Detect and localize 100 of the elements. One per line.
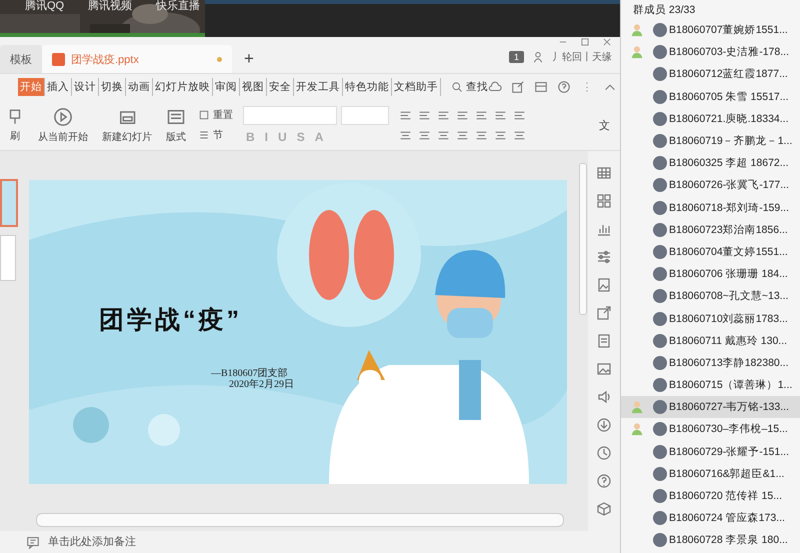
menu-tab[interactable]: 文档助手 — [392, 78, 441, 96]
shortcut-label[interactable]: 腾讯QQ — [25, 0, 64, 13]
member-row[interactable]: B18060721.庾晓.18334... — [621, 108, 800, 130]
member-row[interactable]: B18060723郑治南1856... — [621, 218, 800, 241]
avatar-icon — [653, 267, 667, 282]
member-row[interactable]: B18060720 范传祥 15... — [621, 484, 800, 508]
member-row[interactable]: B18060726-张冀飞-177... — [621, 174, 800, 196]
format-painter-button[interactable]: 刷 — [4, 108, 26, 142]
avatar-icon — [653, 334, 667, 348]
member-row[interactable]: B18060707董婉娇1551... — [621, 19, 800, 42]
member-row[interactable]: B18060713李静182380... — [621, 352, 800, 374]
download-icon[interactable] — [596, 417, 612, 433]
cloud-icon[interactable] — [488, 80, 502, 94]
help-icon[interactable] — [596, 473, 612, 489]
comment-icon[interactable] — [26, 535, 40, 549]
member-row[interactable]: B18060728 李景泉 180... — [621, 529, 800, 552]
document-tab[interactable]: 模板 — [0, 45, 42, 73]
user-name[interactable]: 丿轮回丨天缘 — [552, 50, 612, 64]
member-row[interactable]: B18060730–李伟梲–15... — [621, 418, 800, 441]
member-row[interactable]: B18060706 张珊珊 184... — [621, 263, 800, 286]
avatar-icon — [653, 112, 667, 126]
menu-tab[interactable]: 插入 — [45, 78, 72, 96]
member-count-title: 群成员 23/33 — [632, 3, 696, 18]
table-icon[interactable] — [596, 165, 612, 181]
layout-button[interactable]: 版式 — [164, 106, 188, 144]
play-icon[interactable] — [53, 106, 73, 126]
font-name-field[interactable] — [243, 106, 337, 125]
speaker-icon[interactable] — [596, 389, 612, 405]
user-icon[interactable] — [532, 51, 544, 63]
slide-title: 团学战“疫” — [99, 305, 242, 336]
reset-icon[interactable] — [198, 109, 210, 121]
font-size-field[interactable] — [341, 106, 389, 125]
history-icon[interactable] — [596, 445, 612, 461]
avatar-icon — [653, 489, 667, 504]
avatar-icon — [653, 444, 667, 459]
slide-subtitle: —B180607团支部 — [211, 368, 289, 379]
picture-icon[interactable] — [596, 361, 612, 377]
member-row[interactable]: B18060704董文婷1551... — [621, 240, 800, 264]
search-button[interactable]: 查找 — [451, 80, 488, 94]
image-icon[interactable] — [596, 277, 612, 293]
search-icon[interactable] — [451, 81, 463, 93]
slide-thumbnail[interactable] — [0, 235, 16, 281]
cube-icon[interactable] — [596, 501, 612, 517]
section-button[interactable]: 节 — [198, 128, 233, 142]
member-row[interactable]: B18060710刘蕊丽1783... — [621, 307, 800, 330]
avatar-icon — [653, 200, 667, 215]
menu-tab[interactable]: 安全 — [267, 78, 294, 96]
layout-icon[interactable] — [534, 80, 548, 94]
new-slide-button[interactable]: 新建幻灯片 — [100, 106, 154, 144]
avatar-icon — [653, 356, 667, 370]
menu-tab[interactable]: 切换 — [99, 78, 126, 96]
member-row[interactable]: B18060715（谭善琳）1... — [621, 374, 800, 396]
member-row[interactable]: B18060719－齐鹏龙－1... — [621, 130, 800, 152]
section-icon[interactable] — [198, 129, 210, 141]
help-icon[interactable] — [557, 80, 571, 94]
member-row[interactable]: B18060727-韦万铭-133... — [621, 396, 800, 418]
member-row[interactable]: B18060711 戴惠玲 130... — [621, 330, 800, 352]
maximize-icon[interactable] — [580, 37, 590, 47]
grid-icon[interactable] — [596, 193, 612, 209]
menu-tab[interactable]: 审阅 — [213, 78, 240, 96]
menu-tab[interactable]: 视图 — [240, 78, 267, 96]
menu-tab[interactable]: 特色功能 — [343, 78, 392, 96]
avatar-icon — [653, 312, 667, 326]
menu-tab[interactable]: 设计 — [72, 78, 99, 96]
avatar-icon — [653, 378, 667, 392]
avatar-icon — [653, 466, 667, 481]
document-icon[interactable] — [596, 333, 612, 349]
menu-tab[interactable]: 动画 — [126, 78, 153, 96]
avatar-icon — [653, 45, 667, 60]
member-row[interactable]: B18060325 李超 18672... — [621, 152, 800, 174]
member-row[interactable]: B18060708~孔文慧~13... — [621, 285, 800, 308]
share-icon[interactable] — [511, 80, 525, 94]
new-tab-button[interactable]: + — [232, 45, 266, 73]
notes-field[interactable]: 单击此处添加备注 — [46, 535, 210, 549]
reset-button[interactable]: 重置 — [198, 108, 233, 122]
vertical-scrollbar[interactable] — [579, 163, 587, 315]
slide-thumbnail[interactable] — [0, 179, 18, 227]
member-row[interactable]: B18060724 管应森173... — [621, 507, 800, 530]
sliders-icon[interactable] — [596, 249, 612, 265]
avatar-icon — [653, 67, 667, 82]
avatar-icon — [653, 289, 667, 304]
menu-tab[interactable]: 开发工具 — [294, 78, 343, 96]
avatar-icon — [653, 156, 667, 170]
member-row[interactable]: B18060716&郭超臣&1... — [621, 462, 800, 485]
text-box-button[interactable]: 文 — [593, 118, 616, 132]
close-icon[interactable] — [602, 37, 612, 47]
member-row[interactable]: B18060729-张耀予-151... — [621, 440, 800, 463]
shortcut-label[interactable]: 腾讯视频 — [88, 0, 132, 13]
play-from-current-button[interactable]: 从当前开始 — [36, 106, 90, 144]
member-row[interactable]: B18060718-郑刘琦-159... — [621, 196, 800, 219]
menu-tab[interactable]: 幻灯片放映 — [153, 78, 213, 96]
slide-date: 2020年2月29日 — [228, 379, 294, 390]
avatar-icon — [653, 134, 667, 148]
horizontal-scrollbar[interactable] — [36, 513, 564, 527]
member-row[interactable]: B18060712蓝红霞1877... — [621, 63, 800, 86]
avatar-icon — [653, 23, 667, 38]
share-icon[interactable] — [596, 305, 612, 321]
member-row[interactable]: B18060705 朱雪 15517... — [621, 86, 800, 108]
shortcut-label[interactable]: 快乐直播 — [156, 0, 200, 13]
member-row[interactable]: B18060703-史洁雅-178... — [621, 41, 800, 64]
